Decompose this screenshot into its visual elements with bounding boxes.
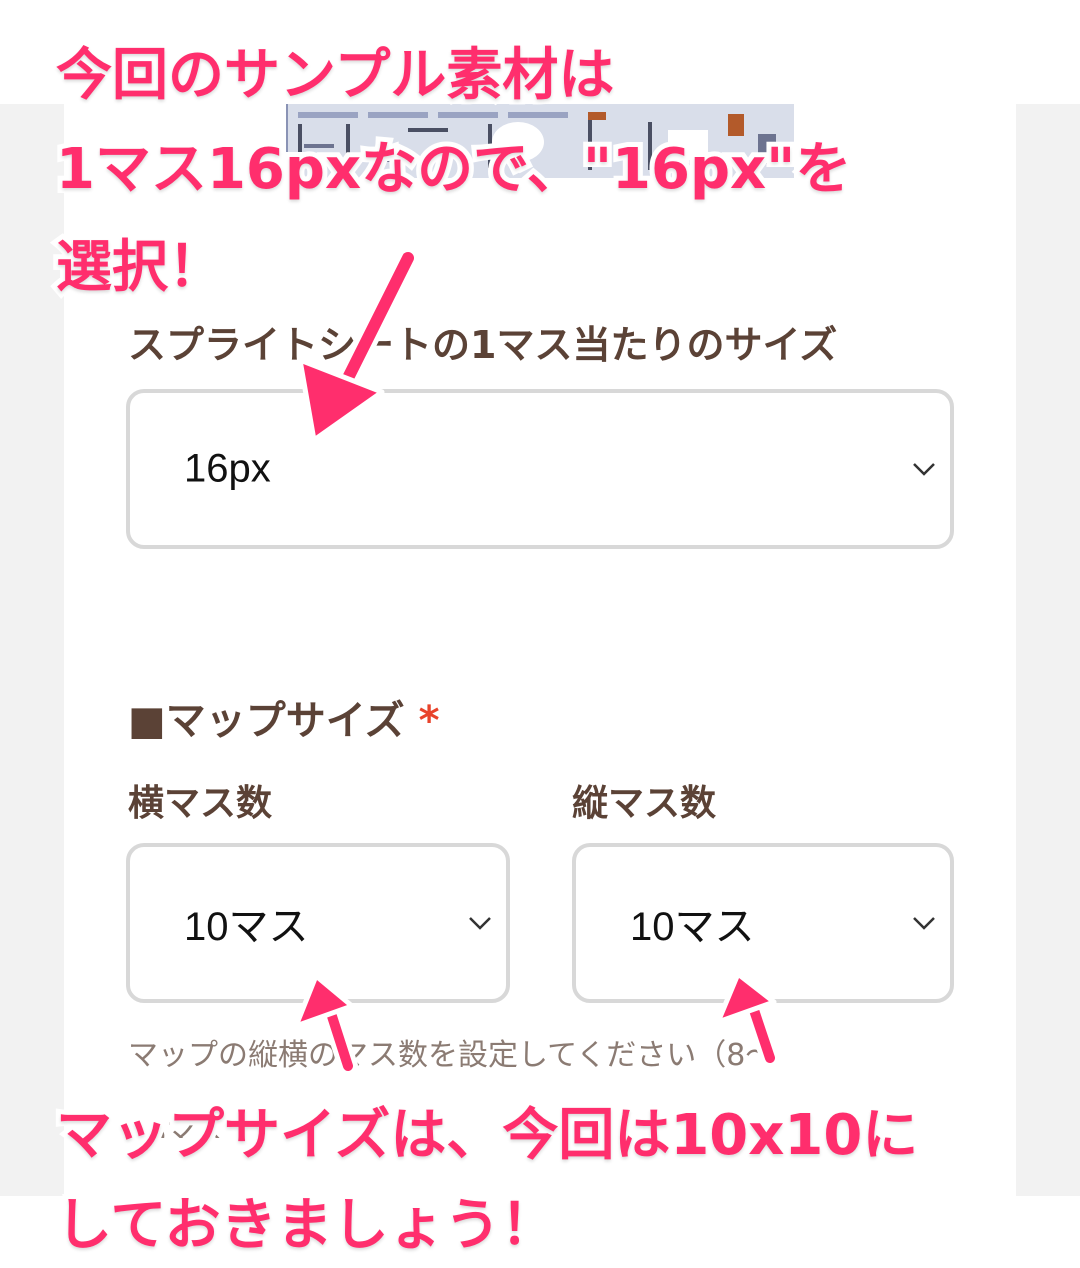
chevron-down-icon (469, 917, 491, 930)
annotation-bottom-line2: しておきましょう！ (51, 1188, 562, 1263)
sprite-size-label: スプライトシートの1マス当たりのサイズ (128, 323, 838, 367)
annotation-bottom-line1: マップサイズは、今回は10x10に (51, 1098, 923, 1173)
chevron-down-icon (913, 917, 935, 930)
map-height-label: 縦マス数 (572, 783, 717, 824)
map-width-selected-value: 10マス (184, 905, 309, 949)
map-size-heading: ■マップサイズ * (128, 688, 440, 746)
annotation-top-line3: 選択！ (51, 230, 229, 305)
map-size-help-text: マップの縦横のマス数を設定してください（8〜 (128, 1038, 776, 1073)
sprite-size-selected-value: 16px (184, 446, 271, 491)
map-width-label: 横マス数 (128, 783, 273, 824)
required-mark: * (418, 698, 440, 744)
map-width-select[interactable]: 10マス (126, 843, 510, 1003)
annotation-top-line2: 1マス16pxなので、"16px"を (51, 132, 856, 207)
map-height-select[interactable]: 10マス (572, 843, 954, 1003)
chevron-down-icon (913, 463, 935, 476)
map-size-heading-text: ■マップサイズ (128, 698, 405, 744)
map-height-selected-value: 10マス (630, 905, 755, 949)
sprite-size-select[interactable]: 16px (126, 389, 954, 549)
annotation-top-line1: 今回のサンプル素材は (51, 38, 619, 113)
